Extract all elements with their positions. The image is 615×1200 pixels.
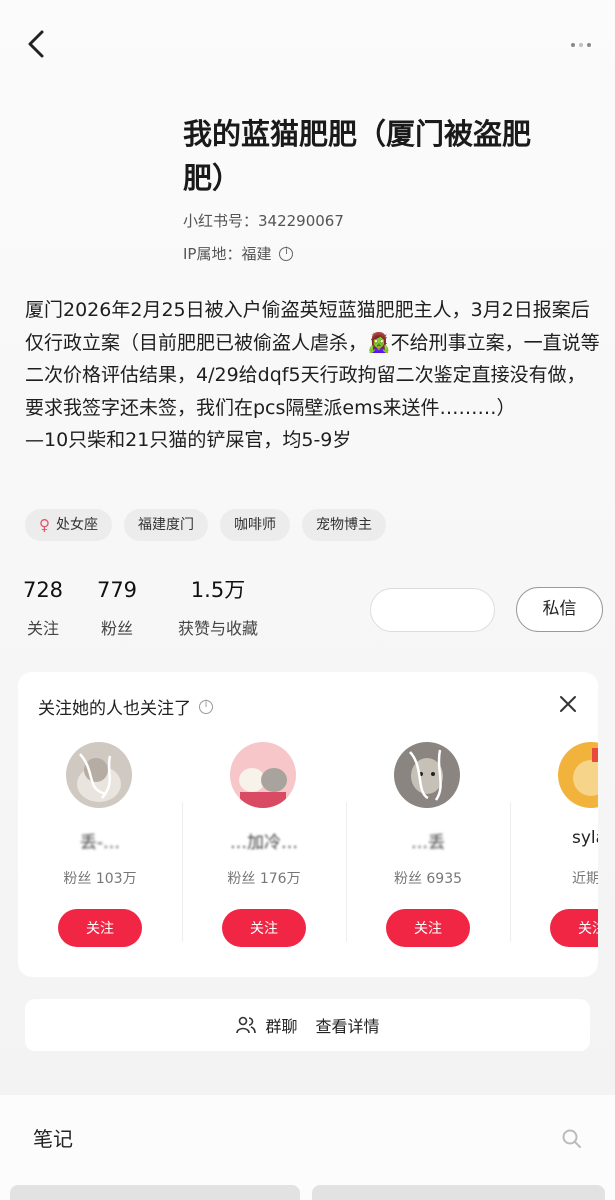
tag-label: 咖啡师: [234, 517, 276, 533]
profile-name: 我的蓝猫肥肥（厦门被盗肥肥）: [183, 117, 532, 195]
profile-page: 我的蓝猫肥肥（厦门被盗肥肥） 小红书号：342290067 IP属地：福建 厦门…: [0, 0, 615, 1200]
close-icon: [560, 696, 576, 712]
recommend-user-name: 丢-…: [79, 833, 121, 853]
stat-label: 关注: [26, 619, 59, 638]
recommend-user[interactable]: …丢 粉丝 6935 关注: [346, 742, 510, 962]
note-thumbnail[interactable]: [10, 1185, 300, 1200]
tag-label: 福建度门: [138, 517, 194, 533]
stat-likes[interactable]: 1.5万 获赞与收藏: [168, 575, 268, 639]
ip-location-text: IP属地：福建: [183, 245, 272, 263]
more-dot-icon: [571, 43, 575, 47]
stat-value: 728: [22, 578, 64, 602]
avatar[interactable]: [394, 742, 460, 808]
recommend-title-text: 关注她的人也关注了: [38, 699, 191, 719]
recommend-user[interactable]: …加冷… 粉丝 176万 关注: [182, 742, 346, 962]
follow-button[interactable]: 关注: [386, 909, 470, 947]
notes-bar: 笔记: [0, 1095, 615, 1200]
group-chat-bar[interactable]: 群聊 查看详情: [25, 999, 590, 1051]
profile-tags: ♀ 处女座 福建度门 咖啡师 宠物博主: [25, 509, 386, 541]
stat-following[interactable]: 728 关注: [18, 575, 68, 639]
more-dot-icon: [579, 43, 583, 47]
redbook-id: 小红书号：342290067: [183, 212, 344, 230]
recommend-user-name: …加冷…: [230, 833, 298, 853]
search-icon[interactable]: [561, 1128, 583, 1150]
group-icon: [236, 1016, 257, 1034]
tag-label: 处女座: [56, 517, 98, 533]
top-bar: [0, 0, 615, 90]
tag-label: 宠物博主: [316, 517, 372, 533]
avatar[interactable]: [230, 742, 296, 808]
recommend-card: 关注她的人也关注了 丢-… 粉丝 103万 关注: [18, 672, 598, 977]
tag-occupation[interactable]: 咖啡师: [220, 509, 290, 541]
tag-identity[interactable]: 宠物博主: [302, 509, 386, 541]
back-button[interactable]: [20, 26, 56, 62]
follow-button-redacted[interactable]: [370, 588, 495, 632]
recommend-user[interactable]: syla 近期互动 关注: [510, 742, 598, 962]
more-dot-icon: [587, 43, 591, 47]
stat-label: 粉丝: [100, 619, 133, 638]
recommend-user-name: …丢: [411, 833, 445, 853]
recommend-user-fans: 粉丝 6935: [393, 871, 463, 887]
female-icon: ♀: [39, 516, 50, 534]
message-button[interactable]: 私信: [516, 587, 603, 632]
close-button[interactable]: [558, 694, 578, 714]
profile-bio: 厦门2026年2月25日被入户偷盗英短蓝猫肥肥主人，3月2日报案后仅行政立案（目…: [25, 299, 600, 451]
recommend-title: 关注她的人也关注了: [38, 694, 213, 719]
recommend-user[interactable]: 丢-… 粉丝 103万 关注: [18, 742, 182, 962]
follow-button[interactable]: 关注: [222, 909, 306, 947]
recommend-user-name: syla: [572, 828, 598, 848]
follow-button[interactable]: 关注: [550, 909, 598, 947]
avatar[interactable]: [66, 742, 132, 808]
recommend-user-fans: 粉丝 103万: [63, 871, 137, 887]
stat-value: 779: [96, 578, 138, 602]
tag-location[interactable]: 福建度门: [124, 509, 208, 541]
recommend-user-fans: 近期互动: [572, 871, 598, 887]
more-button[interactable]: [565, 30, 595, 60]
info-icon[interactable]: [279, 246, 294, 261]
ip-location: IP属地：福建: [183, 243, 294, 264]
chevron-left-icon: [28, 30, 44, 58]
stat-followers[interactable]: 779 粉丝: [92, 575, 142, 639]
note-thumbnail[interactable]: [312, 1185, 605, 1200]
avatar[interactable]: [558, 742, 598, 808]
stat-label: 获赞与收藏: [177, 619, 258, 638]
tab-notes[interactable]: 笔记: [33, 1123, 73, 1152]
group-chat-label: 群聊: [265, 1017, 298, 1036]
stat-value: 1.5万: [190, 578, 246, 602]
follow-button[interactable]: 关注: [58, 909, 142, 947]
recommend-user-fans: 粉丝 176万: [227, 871, 301, 887]
group-detail-link[interactable]: 查看详情: [316, 1013, 380, 1037]
tag-zodiac[interactable]: ♀ 处女座: [25, 509, 112, 541]
info-icon[interactable]: [199, 699, 213, 714]
